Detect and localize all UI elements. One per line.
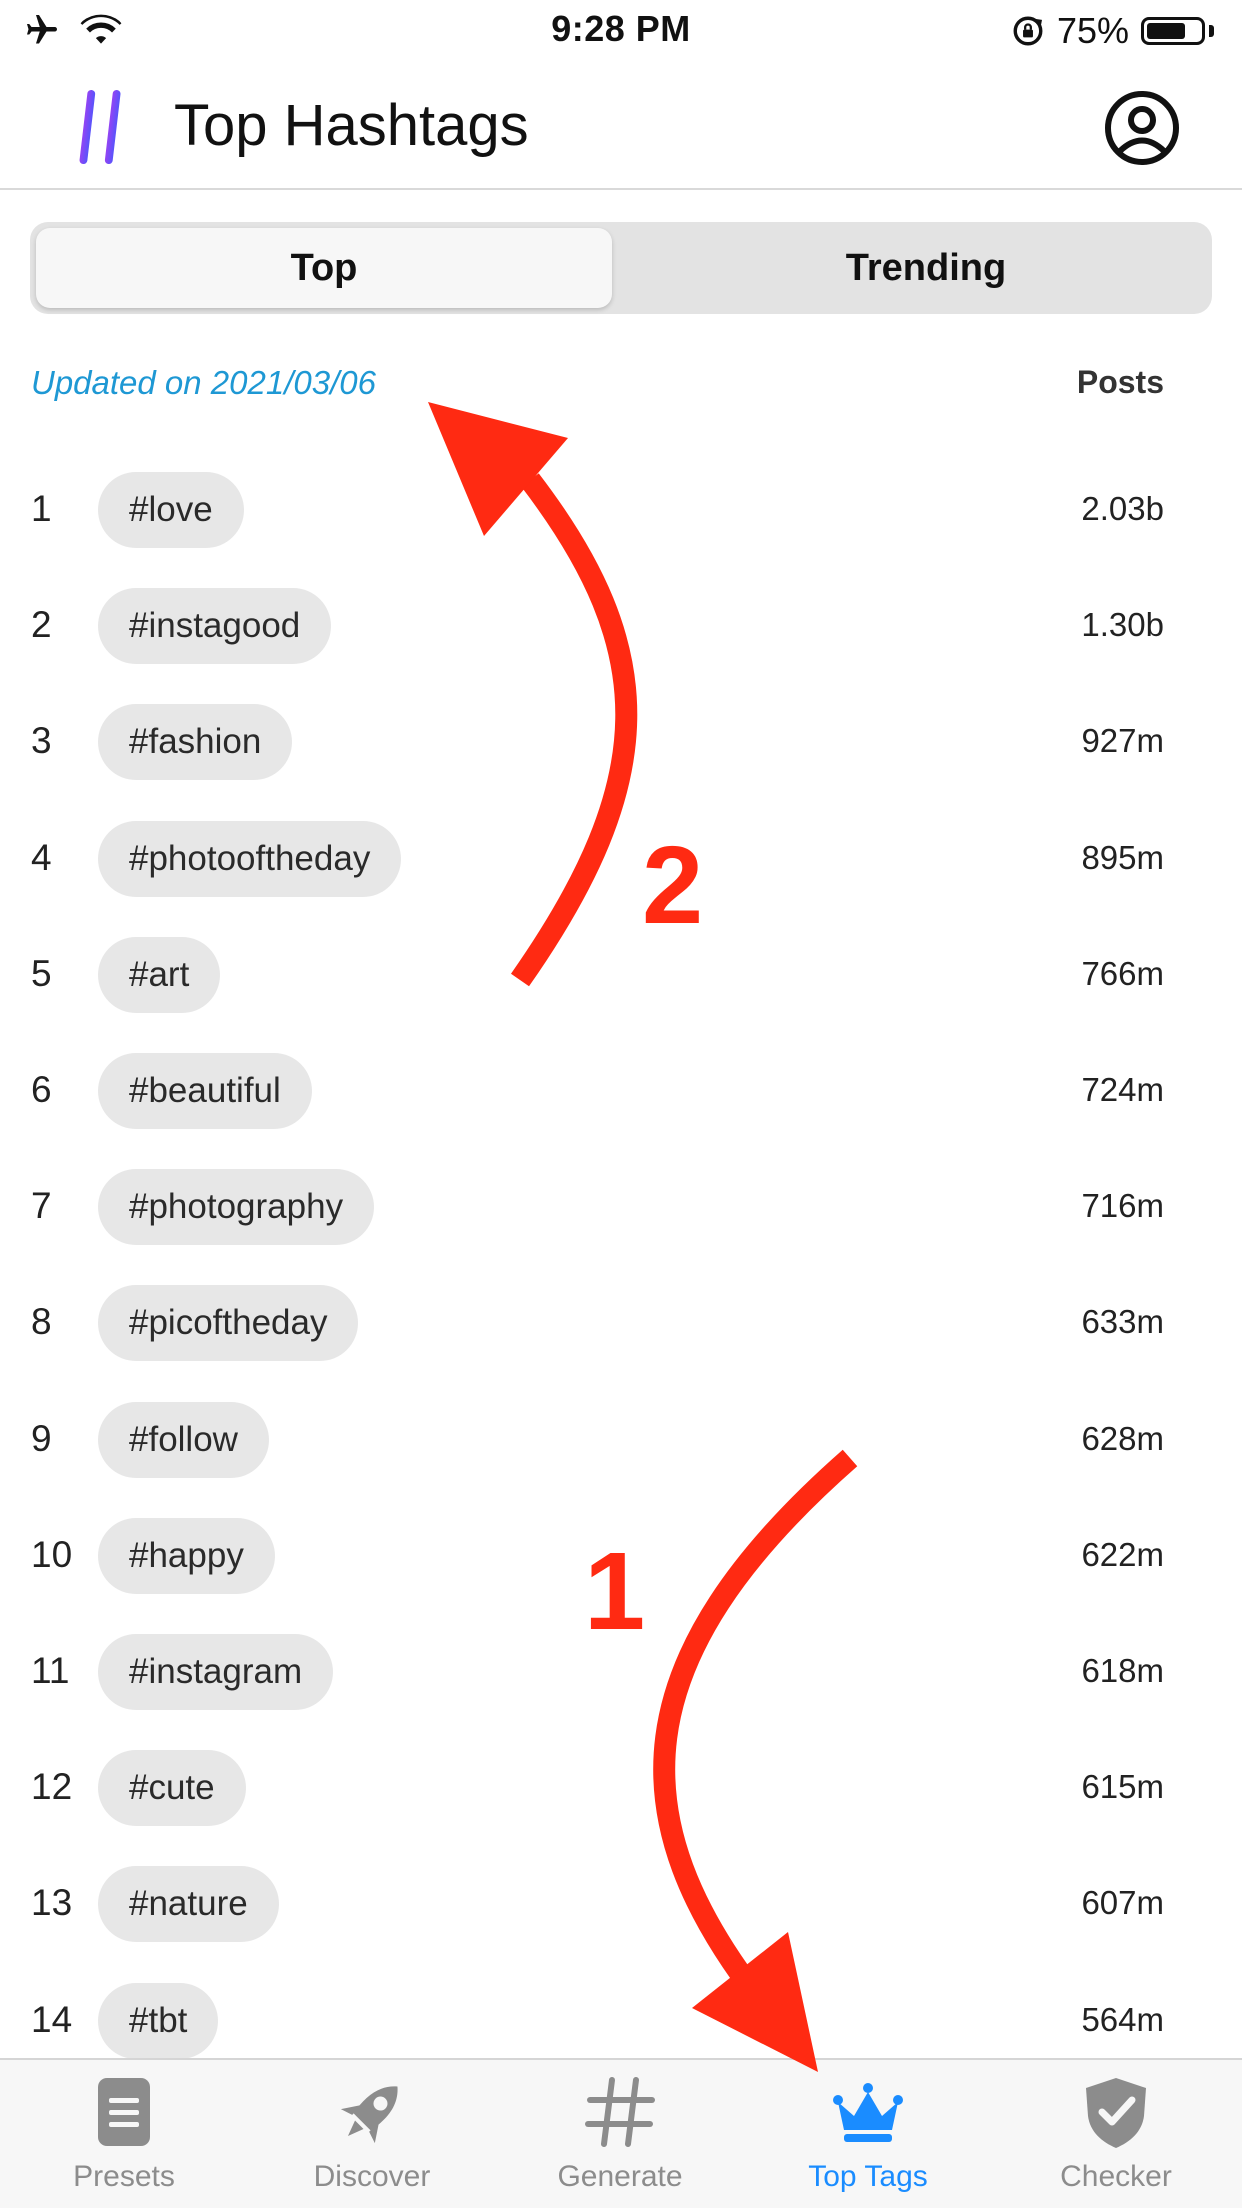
rank-number: 6: [31, 1069, 52, 1110]
hashtag-chip[interactable]: #instagood: [98, 588, 332, 665]
rank-number: 12: [31, 1766, 73, 1808]
post-count: 607m: [1081, 1884, 1164, 1922]
post-count: 628m: [1081, 1419, 1164, 1457]
post-count: 633m: [1081, 1303, 1164, 1341]
tab-label: Presets: [73, 2160, 175, 2193]
hashtag-chip[interactable]: #tbt: [98, 1982, 219, 2059]
segment-top[interactable]: Top: [36, 228, 612, 308]
tab-label: Top Tags: [808, 2160, 928, 2193]
hashtag-chip[interactable]: #cute: [98, 1750, 246, 1827]
post-count: 724m: [1081, 1071, 1164, 1108]
tab-label: Discover: [313, 2160, 431, 2193]
hashtag-chip[interactable]: #fashion: [98, 704, 293, 781]
rank-number: 9: [31, 1417, 52, 1459]
tab-discover[interactable]: Discover: [248, 2072, 496, 2210]
rank-number: 7: [31, 1185, 52, 1227]
hashtag-icon: [585, 2077, 655, 2147]
post-count: 564m: [1081, 2000, 1164, 2038]
status-right-icons: 75%: [1011, 10, 1214, 52]
hashtag-chip[interactable]: #happy: [98, 1517, 275, 1594]
list-item[interactable]: 7 #photography 716m: [0, 1169, 1242, 1246]
list-item[interactable]: 11 #instagram 618m: [0, 1634, 1242, 1710]
hashtag-chip[interactable]: #follow: [98, 1401, 269, 1478]
post-count: 622m: [1081, 1535, 1164, 1573]
list-item[interactable]: 10 #happy 622m: [0, 1517, 1242, 1594]
list-item[interactable]: 4 #photooftheday 895m: [0, 820, 1242, 897]
list-item[interactable]: 9 #follow 628m: [0, 1401, 1242, 1478]
list-item[interactable]: 3 #fashion 927m: [0, 704, 1242, 781]
tab-bar: Presets Discover Generate Top Tags Check…: [0, 2058, 1242, 2208]
tab-top-tags[interactable]: Top Tags: [744, 2072, 992, 2210]
hashtag-gradient-icon: [63, 89, 139, 165]
rank-number: 2: [31, 604, 52, 646]
tab-generate[interactable]: Generate: [496, 2072, 744, 2210]
battery-fill: [1147, 23, 1185, 39]
hashtag-chip[interactable]: #beautiful: [98, 1053, 312, 1129]
list-item[interactable]: 8 #picoftheday 633m: [0, 1285, 1242, 1362]
post-count: 766m: [1081, 954, 1164, 992]
shield-check-icon: [1086, 2078, 1146, 2148]
list-item[interactable]: 12 #cute 615m: [0, 1750, 1242, 1827]
post-count: 618m: [1081, 1652, 1164, 1689]
profile-icon[interactable]: [1104, 90, 1180, 166]
list-item[interactable]: 14 #tbt 564m: [0, 1982, 1242, 2059]
battery-tip: [1209, 25, 1214, 37]
post-count: 895m: [1081, 838, 1164, 876]
rank-number: 14: [31, 1998, 73, 2040]
segmented-control: Top Trending: [30, 222, 1212, 314]
rank-number: 13: [31, 1882, 73, 1924]
crown-icon: [833, 2083, 903, 2142]
rank-number: 1: [31, 488, 52, 529]
rank-number: 4: [31, 836, 52, 878]
updated-date: Updated on 2021/03/06: [31, 364, 376, 401]
rank-number: 8: [31, 1301, 52, 1343]
tab-presets[interactable]: Presets: [0, 2072, 248, 2210]
list-item[interactable]: 6 #beautiful 724m: [0, 1053, 1242, 1129]
hashtag-chip[interactable]: #love: [98, 472, 244, 548]
tab-label: Checker: [1060, 2160, 1172, 2193]
page-title: Top Hashtags: [174, 93, 529, 158]
hashtag-chip[interactable]: #instagram: [98, 1634, 334, 1710]
post-count: 927m: [1081, 722, 1164, 760]
rank-number: 3: [31, 720, 52, 762]
posts-column-header: Posts: [1076, 364, 1164, 400]
segment-trending[interactable]: Trending: [646, 228, 1206, 308]
rank-number: 5: [31, 952, 52, 994]
post-count: 615m: [1081, 1768, 1164, 1806]
hashtag-chip[interactable]: #photooftheday: [98, 820, 402, 897]
list-item[interactable]: 5 #art 766m: [0, 936, 1242, 1013]
hashtag-chip[interactable]: #picoftheday: [98, 1285, 359, 1362]
document-icon: [98, 2078, 150, 2146]
hashtag-chip[interactable]: #art: [98, 936, 221, 1013]
rotation-lock-icon: [1013, 16, 1043, 46]
post-count: 1.30b: [1081, 606, 1164, 644]
battery-icon: [1141, 17, 1205, 45]
rocket-icon: [340, 2086, 398, 2144]
rank-number: 10: [31, 1533, 73, 1575]
hashtag-chip[interactable]: #photography: [98, 1169, 375, 1246]
tab-checker[interactable]: Checker: [992, 2072, 1240, 2210]
post-count: 716m: [1081, 1187, 1164, 1225]
list-item[interactable]: 2 #instagood 1.30b: [0, 588, 1242, 665]
hashtag-chip[interactable]: #nature: [98, 1866, 279, 1943]
tab-label: Generate: [557, 2160, 683, 2193]
post-count: 2.03b: [1081, 490, 1164, 527]
list-item[interactable]: 1 #love 2.03b: [0, 472, 1242, 548]
app-header: Top Hashtags: [0, 62, 1242, 190]
battery-percent: 75%: [1056, 10, 1129, 51]
list-item[interactable]: 13 #nature 607m: [0, 1866, 1242, 1943]
status-bar: 9:28 PM 75%: [0, 0, 1242, 62]
rank-number: 11: [31, 1650, 70, 1691]
